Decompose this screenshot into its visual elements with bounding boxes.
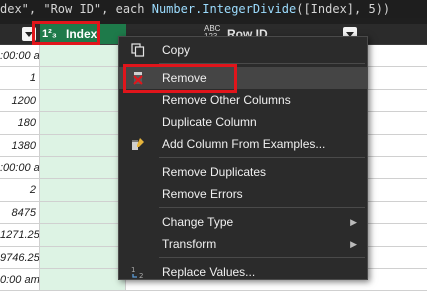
table-cell[interactable]: 1271.25: [0, 224, 40, 246]
formula-text-2: ([Index], 5)): [296, 2, 391, 16]
table-cell[interactable]: 8475: [0, 201, 40, 224]
index-cell[interactable]: [40, 246, 126, 268]
highlight-box-remove: [123, 64, 237, 93]
menu-item-remove-duplicates[interactable]: Remove Duplicates: [119, 161, 367, 183]
menu-divider: [159, 207, 365, 208]
index-cell[interactable]: [40, 156, 126, 179]
submenu-arrow-icon: ▶: [350, 217, 357, 227]
table-cell[interactable]: 2: [0, 179, 40, 201]
formula-text-1: dex", "Row ID", each: [0, 2, 152, 16]
column-from-examples-icon: [132, 138, 144, 150]
svg-text:1: 1: [131, 266, 135, 274]
menu-item-change-type[interactable]: Change Type ▶: [119, 211, 367, 233]
index-cell[interactable]: [40, 201, 126, 224]
menu-item-copy[interactable]: Copy: [119, 39, 367, 61]
menu-divider: [159, 257, 365, 258]
table-cell[interactable]: 180: [0, 112, 40, 134]
table-cell[interactable]: 1: [0, 67, 40, 89]
menu-item-add-column-from-examples[interactable]: Add Column From Examples...: [119, 133, 367, 155]
highlight-box-index: [32, 21, 100, 45]
index-cell[interactable]: [40, 112, 126, 134]
menu-item-label: Remove Errors: [162, 187, 243, 201]
formula-function: Number.IntegerDivide: [151, 2, 297, 16]
table-cell[interactable]: 1380: [0, 134, 40, 156]
index-cell[interactable]: [40, 89, 126, 112]
menu-item-label: Remove Duplicates: [162, 165, 267, 179]
index-cell[interactable]: [40, 134, 126, 156]
index-cell[interactable]: [40, 67, 126, 89]
table-cell[interactable]: :00:00 am: [0, 45, 40, 67]
index-cell[interactable]: [40, 224, 126, 246]
submenu-arrow-icon: ▶: [350, 239, 357, 249]
menu-item-label: Duplicate Column: [162, 115, 257, 129]
table-cell[interactable]: 9746.25: [0, 246, 40, 268]
svg-text:2: 2: [139, 272, 143, 279]
menu-divider: [159, 157, 365, 158]
menu-item-transform[interactable]: Transform ▶: [119, 233, 367, 255]
menu-item-duplicate-column[interactable]: Duplicate Column: [119, 111, 367, 133]
menu-item-label: Copy: [162, 43, 191, 57]
menu-item-remove-errors[interactable]: Remove Errors: [119, 183, 367, 205]
index-cell[interactable]: [40, 179, 126, 201]
menu-item-label: Transform: [162, 237, 217, 251]
menu-item-label: Add Column From Examples...: [162, 137, 326, 151]
index-cell[interactable]: [40, 45, 126, 67]
table-cell[interactable]: :00:00 am: [0, 156, 40, 179]
menu-item-label: Change Type: [162, 215, 234, 229]
formula-bar[interactable]: dex", "Row ID", each Number.IntegerDivid…: [0, 0, 427, 18]
table-cell[interactable]: 1200: [0, 89, 40, 112]
copy-icon: [131, 43, 145, 57]
replace-values-icon: 1 2: [131, 266, 143, 279]
